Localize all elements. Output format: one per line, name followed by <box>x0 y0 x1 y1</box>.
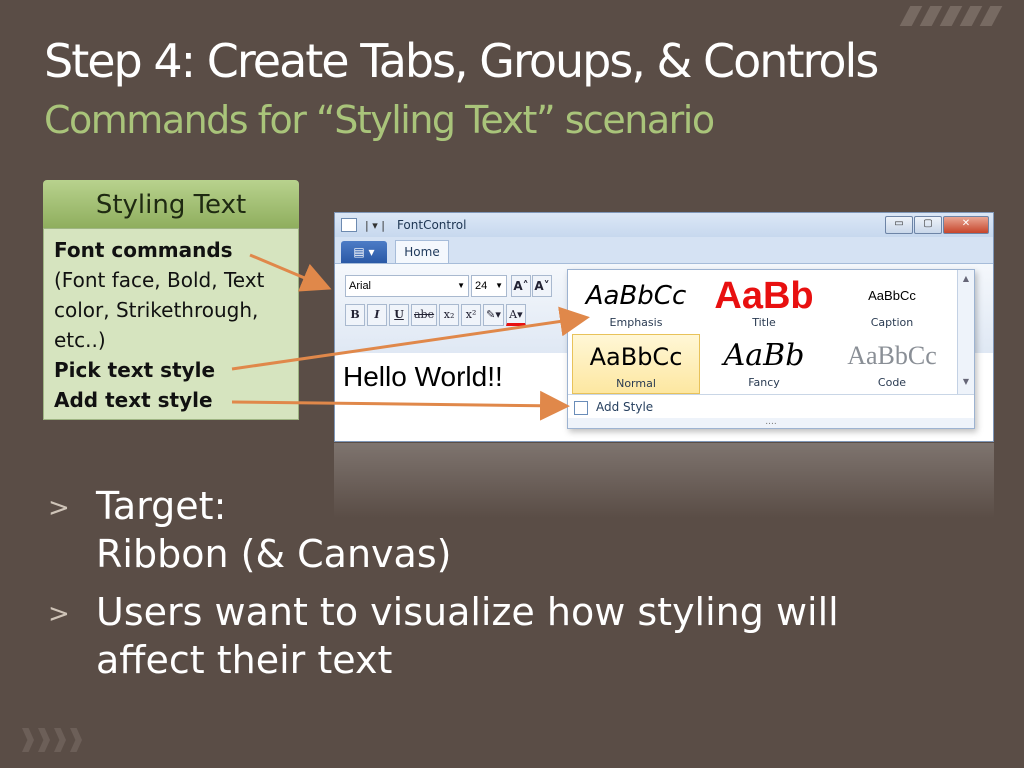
strikethrough-button[interactable]: abe <box>411 304 438 326</box>
slide-subtitle: Commands for “Styling Text” scenario <box>44 98 715 142</box>
close-button[interactable]: ✕ <box>943 216 989 234</box>
bullet-marker: > <box>48 599 70 629</box>
callout-pick-style: Pick text style <box>54 358 216 382</box>
style-label: Title <box>752 316 776 329</box>
style-title[interactable]: AaBb Title <box>700 274 828 334</box>
scroll-up-icon[interactable]: ▲ <box>958 274 974 283</box>
gallery-resize-grip[interactable]: .... <box>568 418 974 428</box>
style-normal[interactable]: AaBbCc Normal <box>572 334 700 394</box>
style-label: Fancy <box>748 376 780 389</box>
gallery-scrollbar[interactable]: ▲ ▼ <box>957 270 974 394</box>
maximize-button[interactable]: ▢ <box>914 216 942 234</box>
font-size-dropdown[interactable]: 24 ▼ <box>471 275 507 297</box>
font-face-value: Arial <box>349 280 372 292</box>
style-sample: AaBb <box>723 338 805 373</box>
style-code[interactable]: AaBbCc Code <box>828 334 956 394</box>
fontcontrol-window: | ▾ | FontControl ▭ ▢ ✕ ▤ ▾ Home Arial ▼… <box>334 212 994 442</box>
bullet-marker: > <box>48 493 70 523</box>
decorative-stripes <box>899 6 1005 26</box>
decorative-chevrons <box>22 728 82 752</box>
add-style-label: Add Style <box>596 400 654 414</box>
bullet-target: > Target: Ribbon (& Canvas) <box>48 482 988 578</box>
shrink-font-button[interactable]: A˅ <box>532 275 552 297</box>
add-style-button[interactable]: Add Style <box>568 394 974 419</box>
format-buttons-row: B I U abe x₂ x² ✎▾ A▾ <box>345 304 528 326</box>
bullet-target-line1: Target: <box>96 484 227 528</box>
minimize-button[interactable]: ▭ <box>885 216 913 234</box>
bullet-target-line2: Ribbon (& Canvas) <box>96 532 452 576</box>
bullet-users-line1: Users want to visualize how styling will <box>96 590 839 634</box>
italic-button[interactable]: I <box>367 304 387 326</box>
window-system-icon[interactable] <box>341 218 357 232</box>
bullet-users-line2: affect their text <box>96 638 393 682</box>
style-label: Emphasis <box>609 316 663 329</box>
style-gallery: AaBbCc Emphasis AaBb Title AaBbCc Captio… <box>567 269 975 429</box>
quick-access-dropdown-icon[interactable]: | ▾ | <box>365 219 385 232</box>
underline-button[interactable]: U <box>389 304 409 326</box>
grow-font-button[interactable]: A˄ <box>511 275 531 297</box>
style-sample: AaBbCc <box>847 341 937 370</box>
subscript-button[interactable]: x₂ <box>439 304 460 326</box>
window-titlebar: | ▾ | FontControl ▭ ▢ ✕ <box>335 213 993 237</box>
chevron-down-icon: ▼ <box>457 281 465 290</box>
style-sample: AaBb <box>714 275 814 316</box>
highlight-color-button[interactable]: ✎▾ <box>483 304 504 326</box>
font-face-dropdown[interactable]: Arial ▼ <box>345 275 469 297</box>
font-size-value: 24 <box>475 280 488 292</box>
bold-button[interactable]: B <box>345 304 365 326</box>
callout-font-commands: Font commands <box>54 238 233 262</box>
ribbon-tab-row: ▤ ▾ Home <box>335 237 993 263</box>
style-sample: AaBbCc <box>868 288 916 303</box>
style-fancy[interactable]: AaBb Fancy <box>700 334 828 394</box>
bullet-users: > Users want to visualize how styling wi… <box>48 588 988 684</box>
callout-font-detail: (Font face, Bold, Text color, Strikethro… <box>54 268 265 352</box>
style-label: Normal <box>616 377 656 390</box>
canvas-text: Hello World!! <box>343 361 503 392</box>
style-caption[interactable]: AaBbCc Caption <box>828 274 956 334</box>
callout-add-style: Add text style <box>54 388 213 412</box>
callout-heading: Styling Text <box>43 180 299 228</box>
chevron-down-icon: ▼ <box>495 281 503 290</box>
style-emphasis[interactable]: AaBbCc Emphasis <box>572 274 700 334</box>
superscript-button[interactable]: x² <box>461 304 482 326</box>
window-title: FontControl <box>396 218 467 232</box>
slide-title: Step 4: Create Tabs, Groups, & Controls <box>44 34 879 88</box>
style-label: Caption <box>870 316 914 329</box>
text-color-button[interactable]: A▾ <box>505 304 526 326</box>
tab-home[interactable]: Home <box>395 240 449 263</box>
callout-body: Font commands (Font face, Bold, Text col… <box>43 228 299 420</box>
style-sample: AaBbCc <box>585 281 687 311</box>
style-sample: AaBbCc <box>589 343 683 371</box>
application-menu-button[interactable]: ▤ ▾ <box>341 241 387 263</box>
add-style-icon <box>574 400 588 415</box>
bullet-list: > Target: Ribbon (& Canvas) > Users want… <box>48 482 988 684</box>
style-label: Code <box>877 376 907 389</box>
scroll-down-icon[interactable]: ▼ <box>958 377 974 386</box>
